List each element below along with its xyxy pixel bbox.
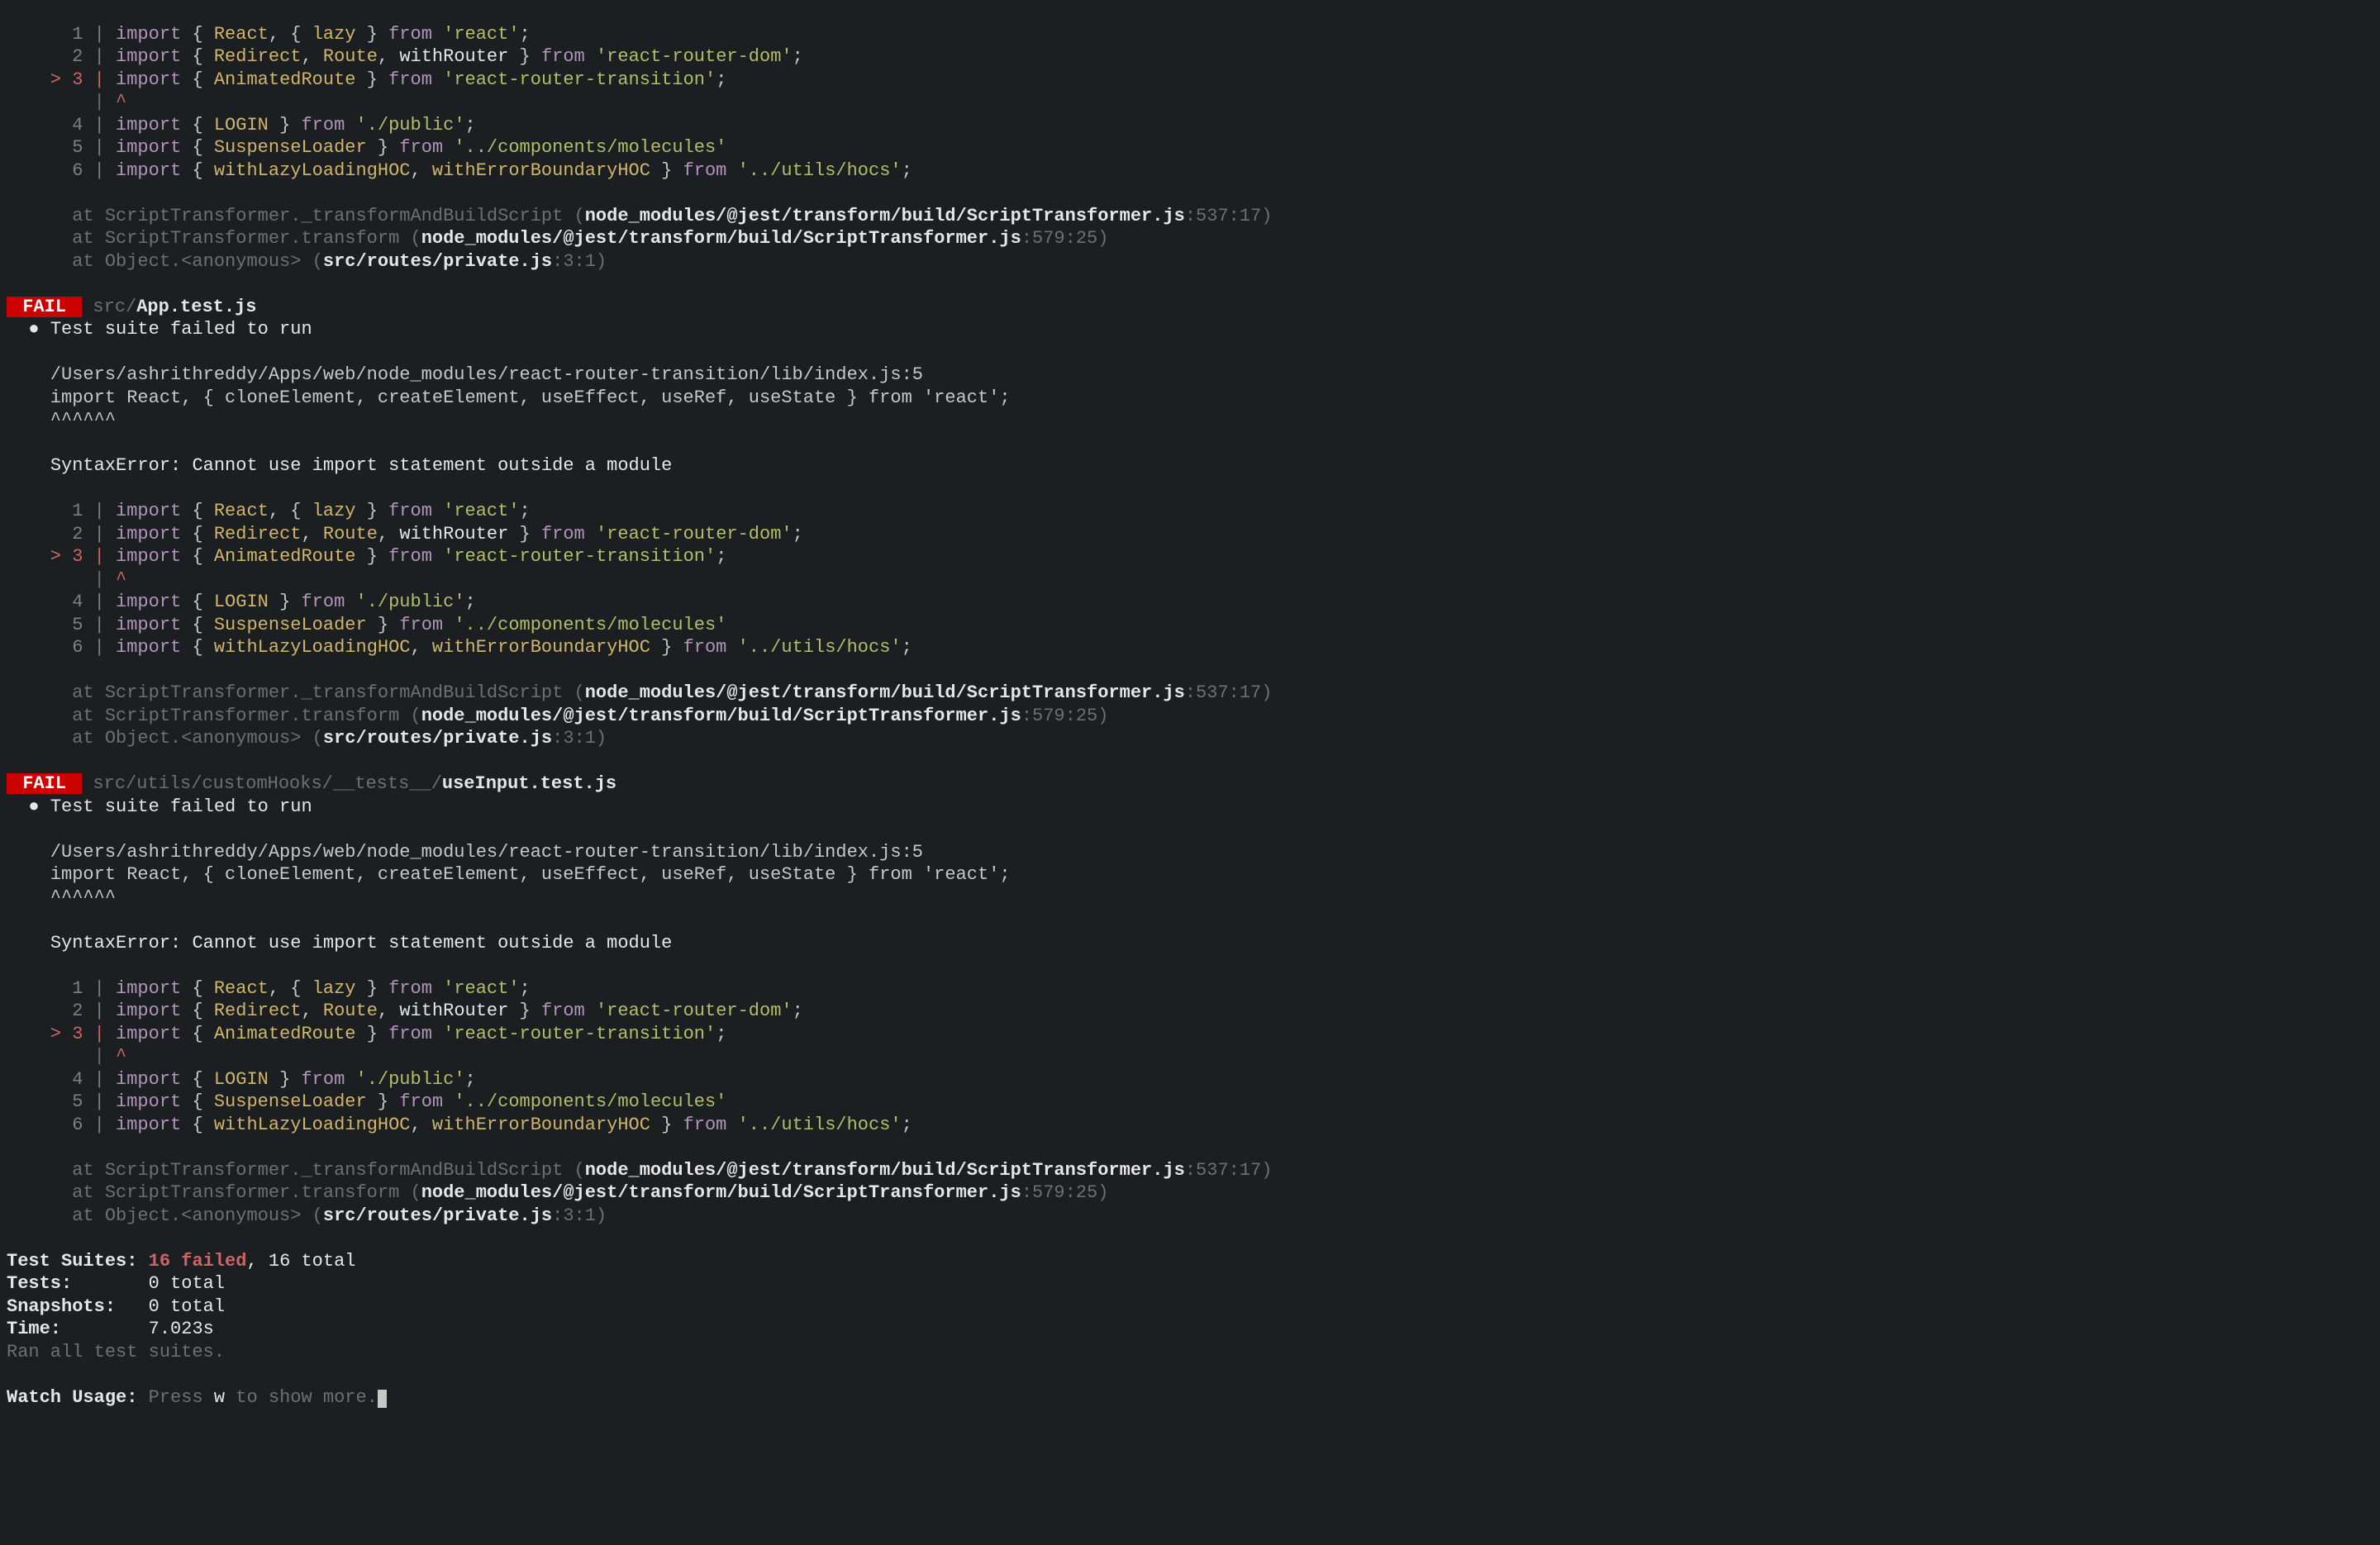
fail-badge: FAIL bbox=[7, 297, 82, 317]
terminal-output[interactable]: 1 | import { React, { lazy } from 'react… bbox=[0, 23, 2380, 1410]
watch-usage-label: Watch Usage: bbox=[7, 1387, 137, 1408]
terminal-cursor bbox=[378, 1390, 387, 1408]
fail-badge: FAIL bbox=[7, 773, 82, 794]
